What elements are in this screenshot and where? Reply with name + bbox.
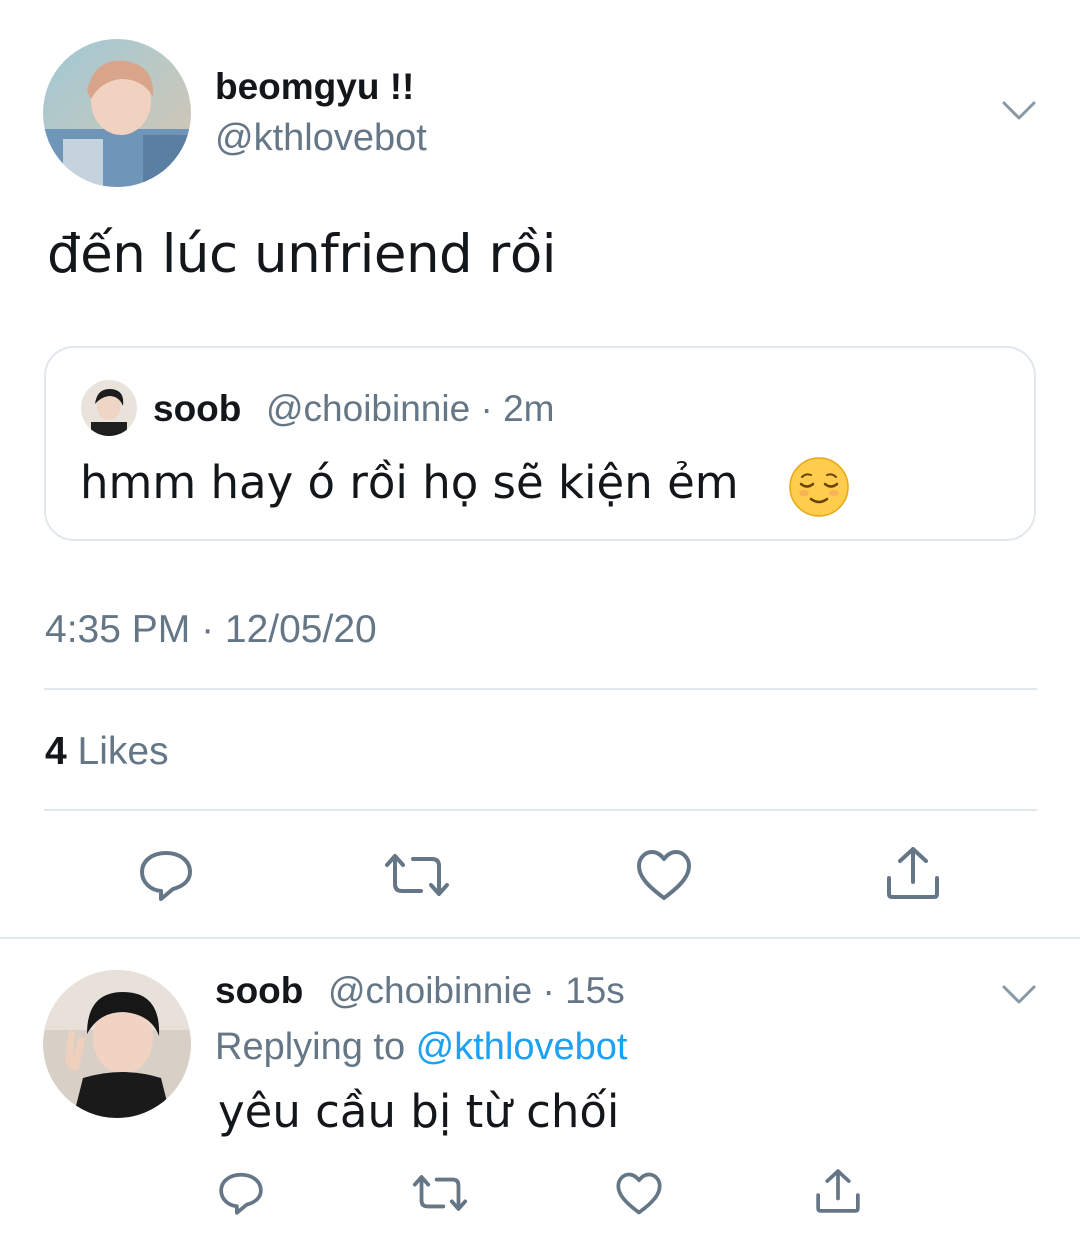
share-button[interactable] — [813, 1165, 863, 1217]
divider — [44, 688, 1037, 690]
heart-icon — [637, 850, 691, 900]
author-display-name[interactable]: beomgyu !! — [215, 66, 414, 108]
tweet-text: đến lúc unfriend rồi — [47, 224, 556, 285]
relieved-face-emoji — [788, 456, 850, 518]
like-button[interactable] — [614, 1168, 664, 1218]
section-divider — [0, 937, 1080, 939]
share-button[interactable] — [883, 842, 943, 904]
reply-tweet-text: yêu cầu bị từ chối — [218, 1085, 620, 1138]
replying-to-prefix: Replying to — [215, 1026, 416, 1068]
tweet-timestamp: 4:35 PM · 12/05/20 — [45, 608, 377, 651]
quoted-tweet-text: hmm hay ó rồi họ sẽ kiện ẻm — [80, 456, 739, 509]
replying-to-handle-link[interactable]: @kthlovebot — [416, 1026, 628, 1068]
heart-icon — [616, 1172, 662, 1214]
quoted-author-handle-time: @choibinnie · 2m — [266, 388, 555, 429]
reply-icon — [219, 1172, 263, 1215]
reply-icon — [140, 851, 192, 901]
reply-author-handle-time[interactable]: @choibinnie · 15s — [328, 970, 625, 1012]
retweet-button[interactable] — [382, 845, 452, 905]
retweet-icon — [385, 854, 449, 896]
share-icon — [887, 847, 939, 899]
likes-count: 4 — [45, 730, 67, 773]
quoted-tweet-card[interactable] — [44, 346, 1036, 541]
reply-author-name[interactable]: soob — [215, 970, 303, 1012]
like-button[interactable] — [634, 845, 694, 905]
quoted-author-avatar[interactable] — [81, 380, 137, 436]
likes-label: Likes — [66, 730, 169, 773]
retweet-icon — [412, 1175, 468, 1211]
divider — [44, 809, 1037, 811]
chevron-down-icon[interactable] — [1001, 99, 1037, 123]
retweet-button[interactable] — [409, 1168, 471, 1218]
quoted-author-name: soob — [153, 388, 242, 429]
likes-summary[interactable]: 4 Likes — [45, 730, 169, 774]
chevron-down-icon[interactable] — [1001, 983, 1037, 1007]
share-icon — [816, 1169, 860, 1213]
author-handle[interactable]: @kthlovebot — [215, 117, 427, 160]
author-avatar[interactable] — [43, 39, 191, 187]
reply-button[interactable] — [216, 1168, 266, 1218]
replying-to-line: Replying to @kthlovebot — [215, 1026, 627, 1069]
reply-author-avatar[interactable] — [43, 970, 191, 1118]
reply-button[interactable] — [136, 845, 196, 905]
